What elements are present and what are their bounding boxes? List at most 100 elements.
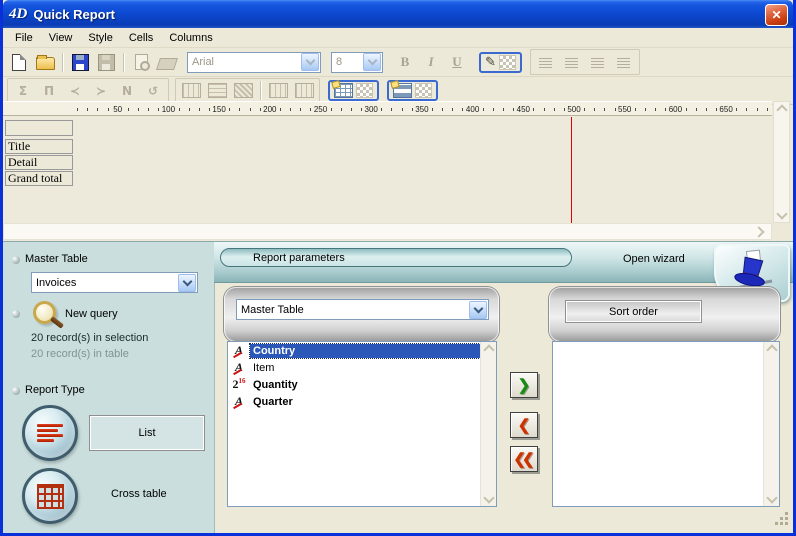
printer-icon <box>156 58 178 70</box>
insert-column-right-button[interactable] <box>292 80 316 102</box>
align-left-button[interactable] <box>534 51 558 73</box>
selection-count: 20 record(s) in selection <box>31 332 148 344</box>
menu-style[interactable]: Style <box>80 30 120 46</box>
row-title[interactable]: Title <box>5 139 73 154</box>
ruler[interactable]: 50100150200250300350400450500550600650 <box>3 101 772 116</box>
scroll-down-icon[interactable] <box>766 492 777 503</box>
pen-color-toggle[interactable]: ✎ <box>479 52 522 73</box>
ruler-tick <box>533 108 534 111</box>
italic-button[interactable]: I <box>419 51 443 73</box>
alignment-group <box>530 49 640 75</box>
scroll-up-icon[interactable] <box>776 104 787 115</box>
underline-button[interactable]: U <box>445 51 469 73</box>
ruler-number: 450 <box>516 105 531 114</box>
ruler-number: 150 <box>211 105 226 114</box>
open-wizard-label[interactable]: Open wizard <box>623 253 685 265</box>
ruler-tick <box>179 108 180 111</box>
save-floppy-icon <box>72 54 89 71</box>
horizontal-scrollbar[interactable] <box>3 223 772 240</box>
fill-pattern-button[interactable] <box>231 80 255 102</box>
show-grid-toggle[interactable] <box>328 80 379 101</box>
master-table-dropdown[interactable]: Invoices <box>31 272 198 293</box>
fields-panel-header: Master Table <box>224 287 499 342</box>
scroll-right-icon[interactable] <box>753 226 764 237</box>
ruler-tick <box>239 108 240 111</box>
min-button[interactable]: ≺ <box>63 80 87 102</box>
sum-button[interactable]: Σ <box>11 80 35 102</box>
save-button[interactable] <box>68 51 92 73</box>
title-bar[interactable]: 4D Quick Report ✕ <box>3 0 793 28</box>
fields-list[interactable]: ACountryAItem216QuantityAQuarter <box>227 341 497 507</box>
bold-button[interactable]: B <box>393 51 417 73</box>
align-center-button[interactable] <box>560 51 584 73</box>
field-quantity[interactable]: 216Quantity <box>228 376 496 393</box>
menu-file[interactable]: File <box>7 30 41 46</box>
scroll-down-icon[interactable] <box>483 492 494 503</box>
cross-table-label[interactable]: Cross table <box>111 488 167 500</box>
ruler-tick <box>260 108 261 111</box>
scroll-up-icon[interactable] <box>766 344 777 355</box>
sort-list-scrollbar[interactable] <box>763 342 779 506</box>
font-family-dropdown[interactable]: Arial <box>187 52 321 73</box>
add-row-button[interactable] <box>205 80 229 102</box>
magnifier-handle-icon <box>50 316 64 329</box>
field-item[interactable]: AItem <box>228 359 496 376</box>
insert-right-icon <box>295 83 314 98</box>
field-label: Country <box>250 344 480 358</box>
resize-grip[interactable] <box>773 510 789 526</box>
save-as-button[interactable] <box>94 51 118 73</box>
fields-list-scrollbar[interactable] <box>480 342 496 506</box>
repeat-button[interactable]: ↺ <box>141 80 165 102</box>
count-button[interactable]: Π <box>37 80 61 102</box>
vertical-scrollbar[interactable] <box>773 101 790 223</box>
field-quarter[interactable]: AQuarter <box>228 393 496 410</box>
dither-pattern-icon <box>234 83 253 98</box>
scroll-down-icon[interactable] <box>776 208 787 219</box>
menu-columns[interactable]: Columns <box>161 30 220 46</box>
field-country[interactable]: ACountry <box>228 342 496 359</box>
row-detail[interactable]: Detail <box>5 155 73 170</box>
pencil-icon: ✎ <box>485 54 496 70</box>
add-column-button[interactable] <box>179 80 203 102</box>
report-type-label: Report Type <box>25 384 85 396</box>
fields-table-value: Master Table <box>241 304 304 316</box>
remove-all-fields-button[interactable]: ❮❮ <box>510 446 538 472</box>
close-button[interactable]: ✕ <box>765 4 788 26</box>
dropdown-arrow-icon <box>469 301 487 319</box>
insert-column-left-button[interactable] <box>266 80 290 102</box>
list-report-button[interactable] <box>22 405 78 461</box>
max-button[interactable]: ≻ <box>89 80 113 102</box>
ruler-tick <box>493 108 494 111</box>
font-size-dropdown[interactable]: 8 <box>331 52 383 73</box>
row-grand-total[interactable]: Grand total <box>5 171 73 186</box>
ruler-tick <box>108 108 109 111</box>
report-canvas[interactable]: TitleDetailGrand total <box>3 117 772 223</box>
open-report-button[interactable] <box>33 51 57 73</box>
new-query-button[interactable] <box>31 299 65 333</box>
sort-panel-header: Sort order <box>549 287 780 342</box>
scroll-up-icon[interactable] <box>483 344 494 355</box>
row-header-cell[interactable] <box>5 120 73 136</box>
print-preview-button[interactable] <box>129 51 153 73</box>
menu-view[interactable]: View <box>41 30 81 46</box>
new-report-button[interactable] <box>7 51 31 73</box>
show-rows-toggle[interactable] <box>387 80 438 101</box>
toolbar-separator <box>260 81 261 100</box>
sort-order-list[interactable] <box>552 341 780 507</box>
menu-cells[interactable]: Cells <box>121 30 161 46</box>
red-guide-line[interactable] <box>571 117 572 223</box>
columns-grid-icon <box>182 83 201 98</box>
number-format-button[interactable]: N <box>115 80 139 102</box>
fields-table-dropdown[interactable]: Master Table <box>236 299 489 320</box>
align-justify-button[interactable] <box>612 51 636 73</box>
bullet-icon <box>12 310 20 318</box>
print-button[interactable] <box>155 51 179 73</box>
remove-field-button[interactable]: ❮ <box>510 412 538 438</box>
new-query-label[interactable]: New query <box>65 308 118 320</box>
align-right-button[interactable] <box>586 51 610 73</box>
list-type-box[interactable]: List <box>89 415 205 451</box>
ruler-tick <box>554 108 555 111</box>
ruler-number: 100 <box>161 105 176 114</box>
cross-table-button[interactable] <box>22 468 78 524</box>
add-field-button[interactable]: ❯ <box>510 372 538 398</box>
